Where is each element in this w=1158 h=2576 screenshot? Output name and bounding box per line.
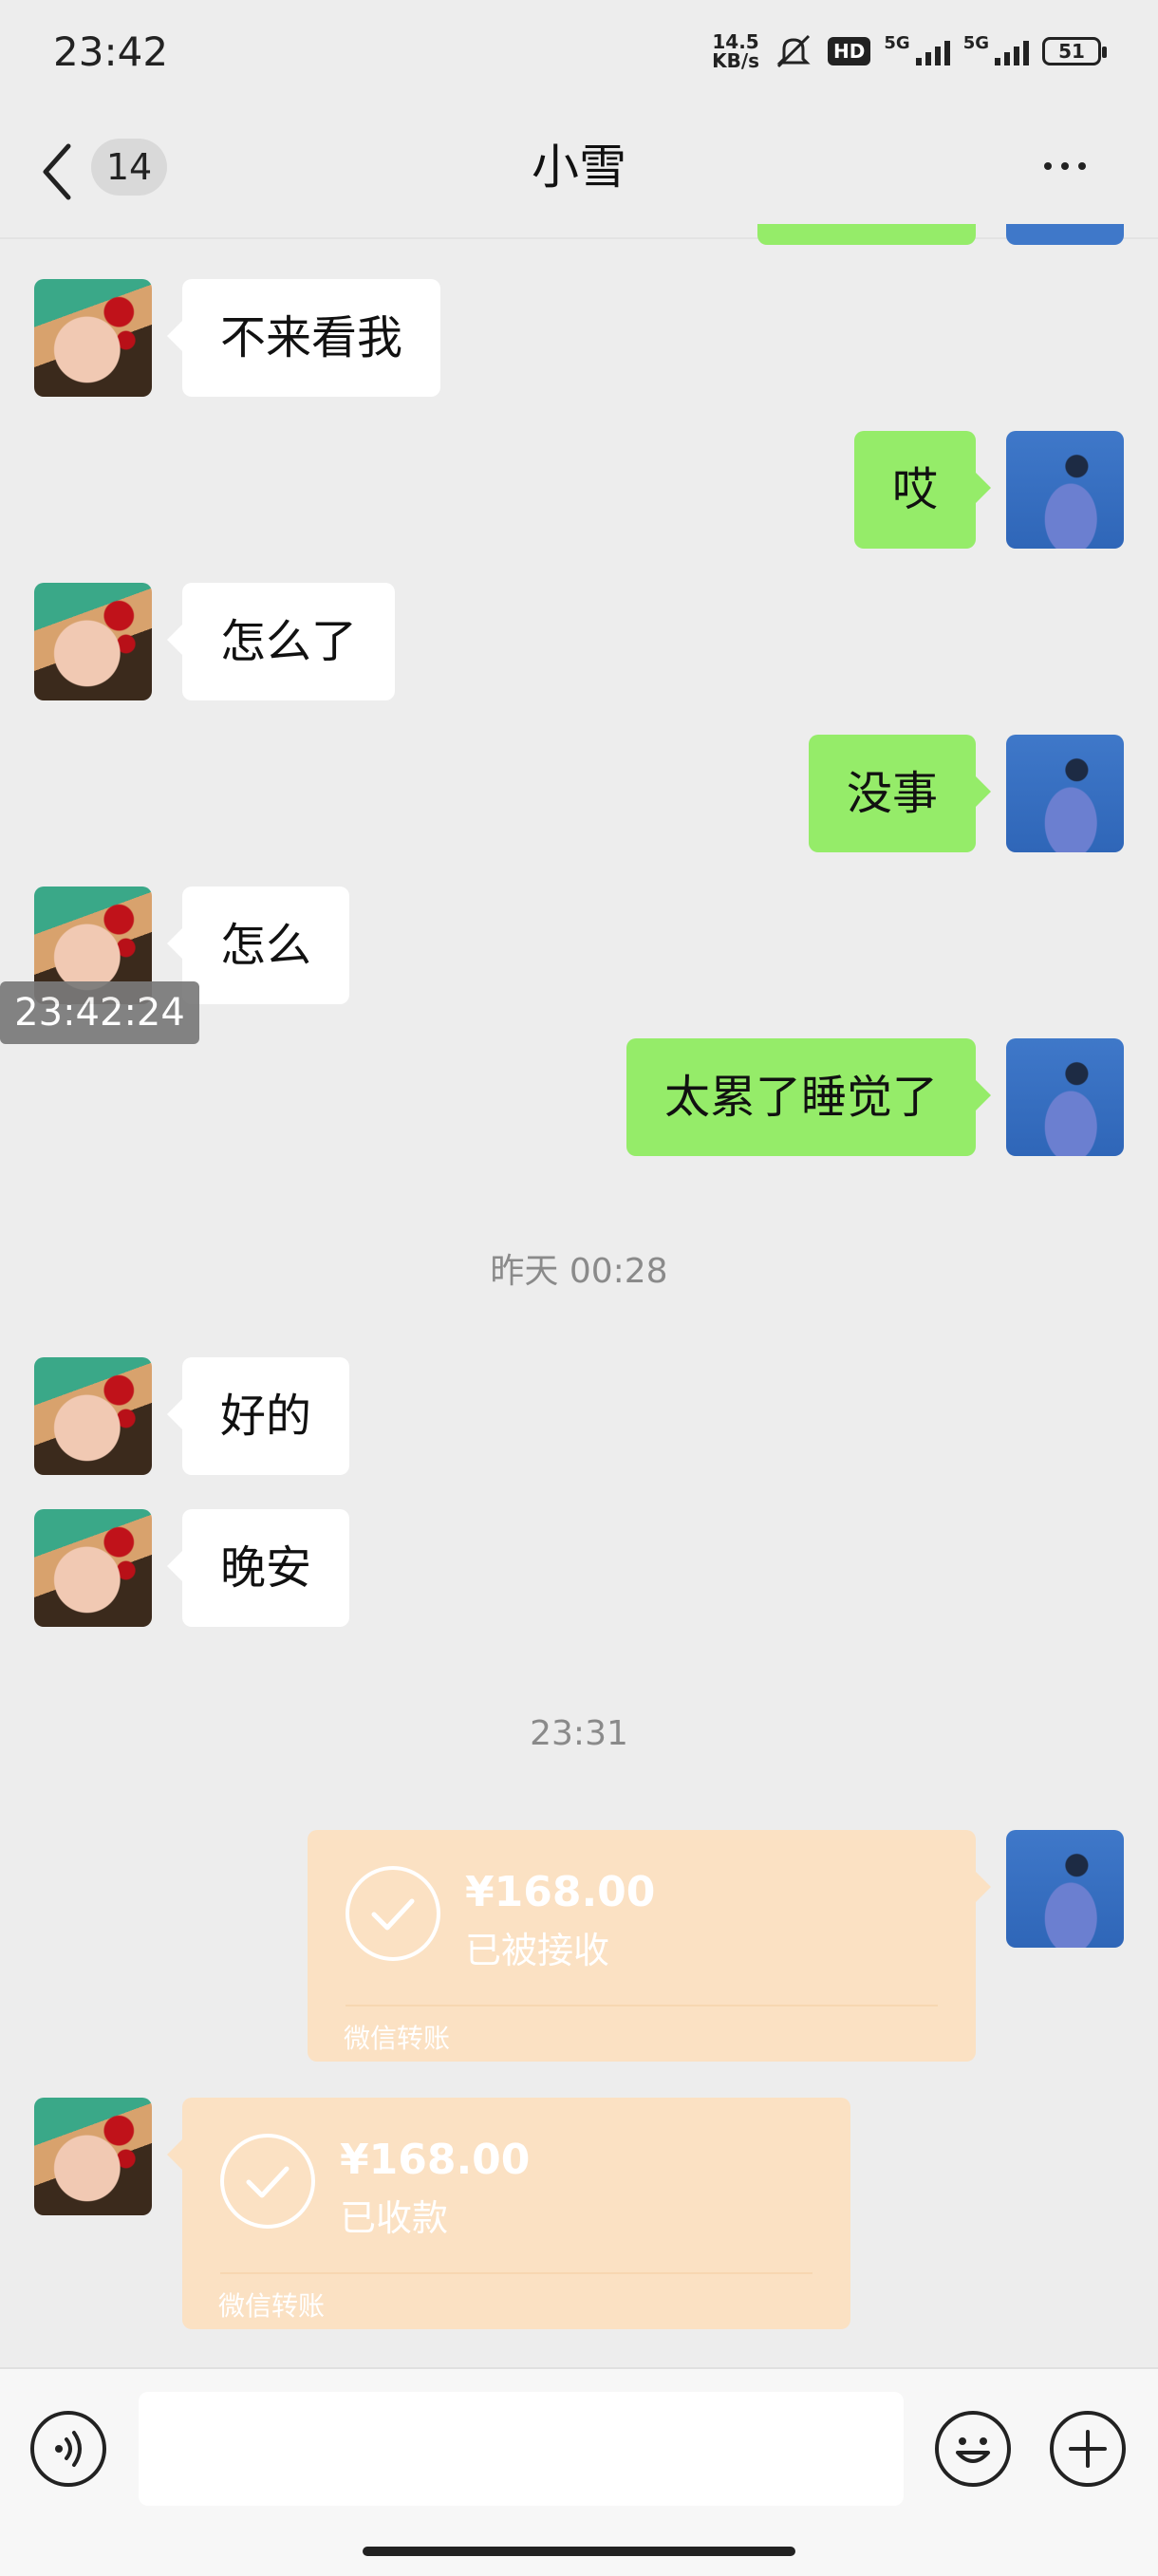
check-circle-icon: [220, 2134, 315, 2229]
my-avatar[interactable]: [1006, 1038, 1124, 1156]
received-message[interactable]: 晚安: [166, 1509, 350, 1627]
card-divider: [346, 2005, 938, 2007]
contact-avatar[interactable]: [34, 279, 152, 397]
chat-title: 小雪: [532, 140, 626, 195]
message-input[interactable]: [139, 2392, 904, 2506]
status-time: 23:42: [53, 28, 169, 75]
transfer-label: 微信转账: [218, 2290, 326, 2322]
more-dot-icon: [1061, 162, 1069, 170]
hd-icon: HD: [828, 37, 871, 65]
transfer-card-sent[interactable]: ¥168.00 已被接收 微信转账: [308, 1830, 991, 2062]
more-dot-icon: [1044, 162, 1052, 170]
plus-icon: [1069, 2430, 1107, 2468]
emoji-icon: [956, 2437, 990, 2463]
my-avatar[interactable]: [1006, 735, 1124, 852]
contact-avatar[interactable]: [34, 1357, 152, 1475]
my-avatar[interactable]: [1006, 1830, 1124, 1948]
voice-input-button[interactable]: [30, 2411, 106, 2487]
timestamp: 23:31: [530, 1714, 628, 1753]
received-message[interactable]: 好的: [166, 1357, 350, 1475]
signal-icon-2: [995, 37, 1029, 65]
transfer-status: 已收款: [340, 2197, 449, 2239]
check-circle-icon: [346, 1866, 440, 1961]
timestamp: 昨天 00:28: [490, 1252, 668, 1291]
status-bar: 23:42 14.5 KB/s HD 5G 5G 51: [0, 0, 1158, 104]
voice-icon: [55, 2431, 82, 2467]
signal-icon-1: [915, 37, 950, 65]
battery-icon: 51: [1042, 37, 1107, 65]
sent-message[interactable]: 哎: [853, 431, 992, 549]
sent-message[interactable]: 没事: [808, 735, 992, 852]
more-functions-button[interactable]: [1050, 2411, 1126, 2487]
contact-avatar[interactable]: [34, 1509, 152, 1627]
more-options-button[interactable]: [1044, 152, 1101, 180]
partial-my-avatar[interactable]: [1006, 224, 1124, 245]
more-dot-icon: [1078, 162, 1086, 170]
contact-avatar[interactable]: [34, 2098, 152, 2215]
transfer-card-received[interactable]: ¥168.00 已收款 微信转账: [167, 2098, 850, 2329]
received-message[interactable]: 怎么: [166, 887, 350, 1004]
network-speed: 14.5 KB/s: [712, 30, 760, 72]
mute-bell-icon: [776, 34, 811, 68]
network-type-2: 5G: [962, 32, 989, 53]
network-type-1: 5G: [884, 32, 910, 53]
status-icons: 14.5 KB/s HD 5G 5G 51: [712, 30, 1107, 72]
home-indicator[interactable]: [363, 2547, 795, 2556]
nav-divider: [0, 237, 1158, 239]
sent-message[interactable]: 太累了睡觉了: [626, 1038, 992, 1156]
received-message[interactable]: 不来看我: [166, 279, 441, 397]
card-divider: [220, 2272, 812, 2274]
contact-avatar[interactable]: [34, 583, 152, 700]
transfer-amount: ¥168.00: [465, 1868, 656, 1916]
received-message[interactable]: 怎么了: [166, 583, 396, 700]
transfer-amount: ¥168.00: [340, 2136, 531, 2184]
my-avatar[interactable]: [1006, 431, 1124, 549]
transfer-label: 微信转账: [344, 2023, 451, 2054]
transfer-status: 已被接收: [465, 1930, 610, 1971]
floating-timestamp: 23:42:24: [0, 981, 199, 1044]
emoji-button[interactable]: [935, 2411, 1011, 2487]
partial-sent-bubble[interactable]: [757, 224, 976, 245]
